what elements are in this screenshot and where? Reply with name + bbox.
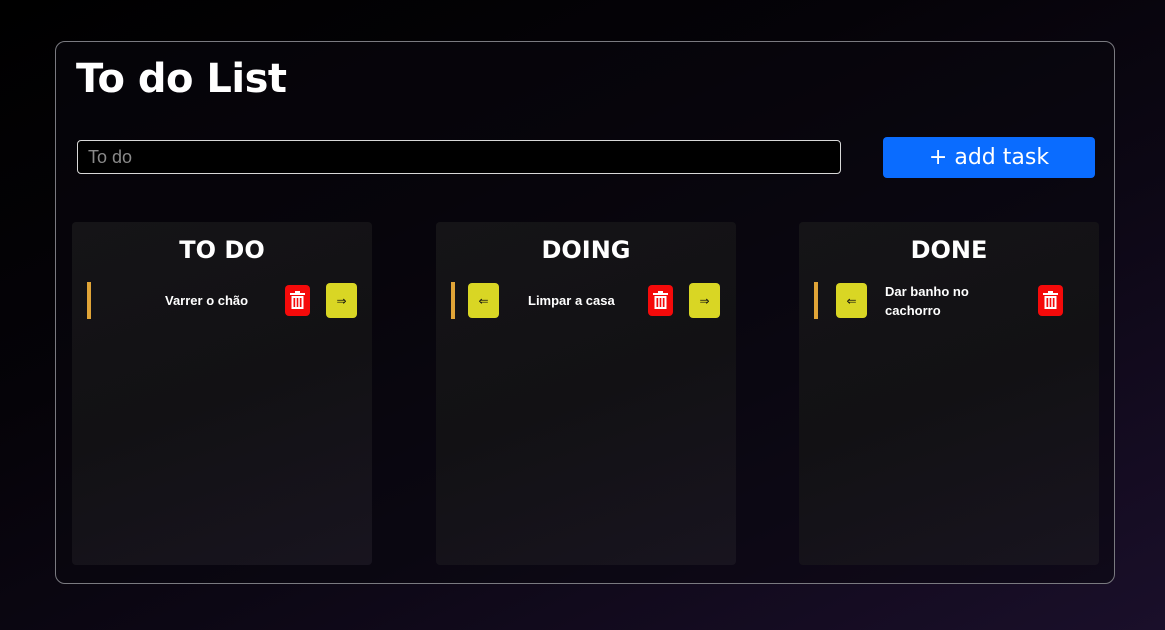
todo-app-panel: To do List + add task TO DO Varrer o chã… bbox=[55, 41, 1115, 584]
task-card: Varrer o chão ⇒ bbox=[87, 282, 359, 319]
delete-task-button[interactable] bbox=[648, 285, 673, 316]
task-text: Dar banho no cachorro bbox=[885, 284, 969, 318]
delete-task-button[interactable] bbox=[285, 285, 310, 316]
task-card: ⇐ Dar banho no cachorro bbox=[814, 282, 1086, 319]
column-doing: DOING ⇐ Limpar a casa ⇒ bbox=[436, 222, 736, 565]
column-title: DONE bbox=[910, 236, 988, 264]
column-done: DONE ⇐ Dar banho no cachorro bbox=[799, 222, 1099, 565]
task-text: Limpar a casa bbox=[528, 293, 615, 308]
move-prev-button[interactable]: ⇐ bbox=[468, 283, 499, 318]
column-title: TO DO bbox=[179, 236, 265, 264]
column-todo: TO DO Varrer o chão ⇒ bbox=[72, 222, 372, 565]
add-task-button[interactable]: + add task bbox=[883, 137, 1095, 178]
move-next-button[interactable]: ⇒ bbox=[689, 283, 720, 318]
trash-icon bbox=[653, 291, 668, 309]
move-next-button[interactable]: ⇒ bbox=[326, 283, 357, 318]
page-title: To do List bbox=[76, 56, 287, 102]
delete-task-button[interactable] bbox=[1038, 285, 1063, 316]
trash-icon bbox=[290, 291, 305, 309]
task-text: Varrer o chão bbox=[165, 293, 249, 308]
trash-icon bbox=[1043, 291, 1058, 309]
column-title: DOING bbox=[541, 236, 631, 264]
move-prev-button[interactable]: ⇐ bbox=[836, 283, 867, 318]
task-card: ⇐ Limpar a casa ⇒ bbox=[451, 282, 723, 319]
task-input[interactable] bbox=[77, 140, 841, 174]
